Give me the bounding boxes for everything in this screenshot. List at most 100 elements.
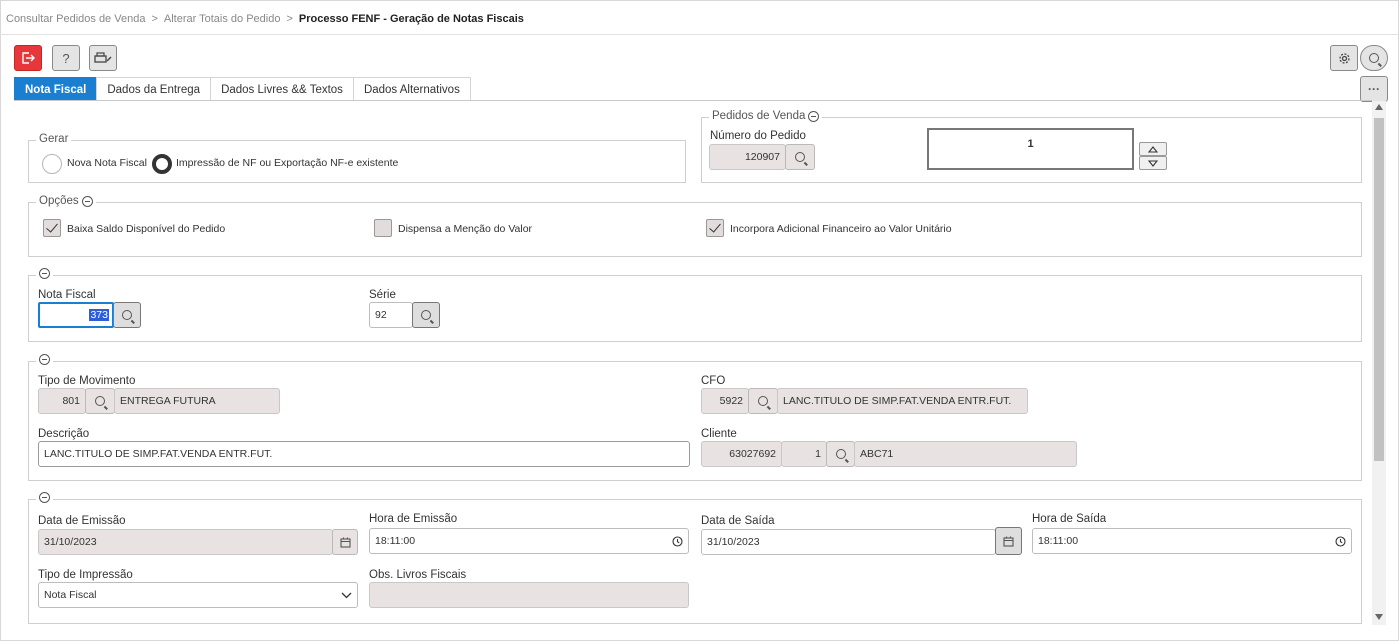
radio-impressao-nf[interactable] [152, 154, 172, 174]
obs-livros-field[interactable] [369, 582, 689, 608]
tab-dados-entrega[interactable]: Dados da Entrega [96, 77, 212, 101]
data-saida-field[interactable]: 31/10/2023 [701, 529, 996, 555]
radio-label-impressao: Impressão de NF ou Exportação NF-e exist… [176, 157, 399, 169]
scrollbar-thumb[interactable] [1374, 118, 1384, 461]
search-icon [122, 310, 132, 320]
cfo-code[interactable]: 5922 [701, 388, 749, 414]
search-icon [835, 449, 846, 459]
nota-fiscal-input[interactable]: 373 [38, 302, 114, 328]
pedidos-legend: Pedidos de Venda [709, 110, 823, 122]
data-saida-label: Data de Saída [701, 515, 775, 527]
calendar-icon [339, 537, 351, 548]
obs-livros-label: Obs. Livros Fiscais [369, 569, 467, 581]
numero-pedido-field[interactable]: 120907 [709, 144, 786, 170]
cfo-label: CFO [701, 375, 726, 387]
pedido-counter-field[interactable]: 1 [927, 128, 1134, 170]
tab-dados-alternativos[interactable]: Dados Alternativos [352, 77, 471, 101]
breadcrumb-separator: > [151, 13, 158, 25]
search-button[interactable] [1360, 45, 1388, 71]
collapse-icon[interactable] [808, 110, 820, 122]
breadcrumb-item-alterar[interactable]: Alterar Totais do Pedido [164, 13, 281, 25]
tipo-impressao-select[interactable]: Nota Fiscal [38, 582, 358, 608]
nota-panel [28, 275, 1362, 342]
hora-emissao-input[interactable]: 18:11:00 [369, 528, 689, 554]
more-options-button[interactable]: ··· [1360, 76, 1388, 102]
tipo-movimento-label: Tipo de Movimento [38, 375, 136, 387]
cliente-label: Cliente [701, 428, 737, 440]
print-button[interactable] [89, 45, 117, 71]
collapse-icon[interactable] [39, 354, 50, 365]
scroll-down-icon[interactable] [1375, 614, 1383, 620]
header-divider [0, 34, 1399, 35]
hora-saida-label: Hora de Saída [1032, 513, 1107, 525]
nota-fiscal-search-button[interactable] [113, 302, 141, 328]
opcoes-legend: Opções [36, 195, 96, 207]
tipo-impressao-label: Tipo de Impressão [38, 569, 133, 581]
exit-button[interactable] [14, 45, 42, 71]
checkbox-label-dispensa: Dispensa a Menção do Valor [398, 223, 533, 235]
help-icon: ? [62, 50, 70, 66]
checkbox-label-incorpora: Incorpora Adicional Financeiro ao Valor … [730, 223, 952, 235]
hora-saida-value: 18:11:00 [1038, 535, 1079, 547]
scroll-up-icon[interactable] [1375, 104, 1383, 110]
serie-search-button[interactable] [412, 302, 440, 328]
search-icon [758, 396, 768, 406]
clock-icon[interactable] [1335, 535, 1346, 547]
data-emissao-field[interactable]: 31/10/2023 [38, 529, 333, 555]
checkbox-dispensa-mencao[interactable] [374, 219, 392, 237]
data-saida-calendar-button[interactable] [995, 527, 1022, 555]
collapse-icon[interactable] [81, 195, 93, 207]
settings-button[interactable] [1330, 45, 1358, 71]
clock-icon[interactable] [672, 535, 683, 547]
cfo-desc: LANC.TITULO DE SIMP.FAT.VENDA ENTR.FUT. [777, 388, 1028, 414]
data-emissao-calendar-button[interactable] [332, 529, 358, 555]
opcoes-title: Opções [39, 195, 79, 207]
checkbox-label-baixa: Baixa Saldo Disponível do Pedido [67, 223, 226, 235]
cliente-search-button[interactable] [826, 441, 855, 467]
checkbox-incorpora-adicional[interactable] [706, 219, 724, 237]
hora-saida-input[interactable]: 18:11:00 [1032, 528, 1352, 554]
hora-emissao-label: Hora de Emissão [369, 513, 458, 525]
search-icon [95, 396, 105, 406]
breadcrumb-separator: > [286, 13, 293, 25]
serie-input[interactable]: 92 [369, 302, 413, 328]
counter-up-button[interactable] [1139, 142, 1167, 156]
hora-emissao-value: 18:11:00 [375, 535, 416, 547]
tab-dados-livres[interactable]: Dados Livres && Textos [210, 77, 354, 101]
printer-icon [94, 52, 112, 63]
numero-pedido-search-button[interactable] [785, 144, 815, 170]
search-icon [421, 310, 431, 320]
collapse-icon[interactable] [39, 268, 50, 279]
counter-down-button[interactable] [1139, 156, 1167, 170]
collapse-icon[interactable] [39, 492, 50, 503]
cfo-search-button[interactable] [748, 388, 778, 414]
tab-divider [14, 100, 1372, 101]
numero-pedido-label: Número do Pedido [710, 130, 806, 142]
nota-legend [36, 268, 53, 279]
more-icon: ··· [1368, 82, 1380, 96]
breadcrumb-current: Processo FENF - Geração de Notas Fiscais [298, 13, 524, 25]
gear-icon [1338, 52, 1350, 64]
movimento-legend [36, 354, 53, 365]
tab-bar: Nota Fiscal Dados da Entrega Dados Livre… [14, 77, 471, 101]
checkbox-baixa-saldo[interactable] [43, 219, 61, 237]
nota-fiscal-label: Nota Fiscal [38, 289, 96, 301]
tab-nota-fiscal[interactable]: Nota Fiscal [14, 77, 98, 101]
gerar-title: Gerar [39, 133, 69, 145]
gerar-legend: Gerar [36, 133, 72, 145]
descricao-input[interactable]: LANC.TITULO DE SIMP.FAT.VENDA ENTR.FUT. [38, 441, 690, 467]
radio-nova-nota-fiscal[interactable] [42, 154, 62, 174]
data-emissao-label: Data de Emissão [38, 515, 126, 527]
tipo-movimento-search-button[interactable] [85, 388, 115, 414]
radio-label-nova: Nova Nota Fiscal [67, 157, 147, 169]
triangle-up-icon [1148, 145, 1158, 153]
cliente-name: ABC71 [854, 441, 1077, 467]
breadcrumb-item-consultar[interactable]: Consultar Pedidos de Venda [6, 13, 145, 25]
cliente-code[interactable]: 63027692 [701, 441, 782, 467]
tipo-movimento-desc: ENTREGA FUTURA [114, 388, 280, 414]
breadcrumb: Consultar Pedidos de Venda > Alterar Totai… [6, 13, 524, 25]
cliente-seq[interactable]: 1 [781, 441, 827, 467]
opcoes-panel [28, 202, 1362, 257]
help-button[interactable]: ? [52, 45, 80, 71]
tipo-movimento-code[interactable]: 801 [38, 388, 86, 414]
